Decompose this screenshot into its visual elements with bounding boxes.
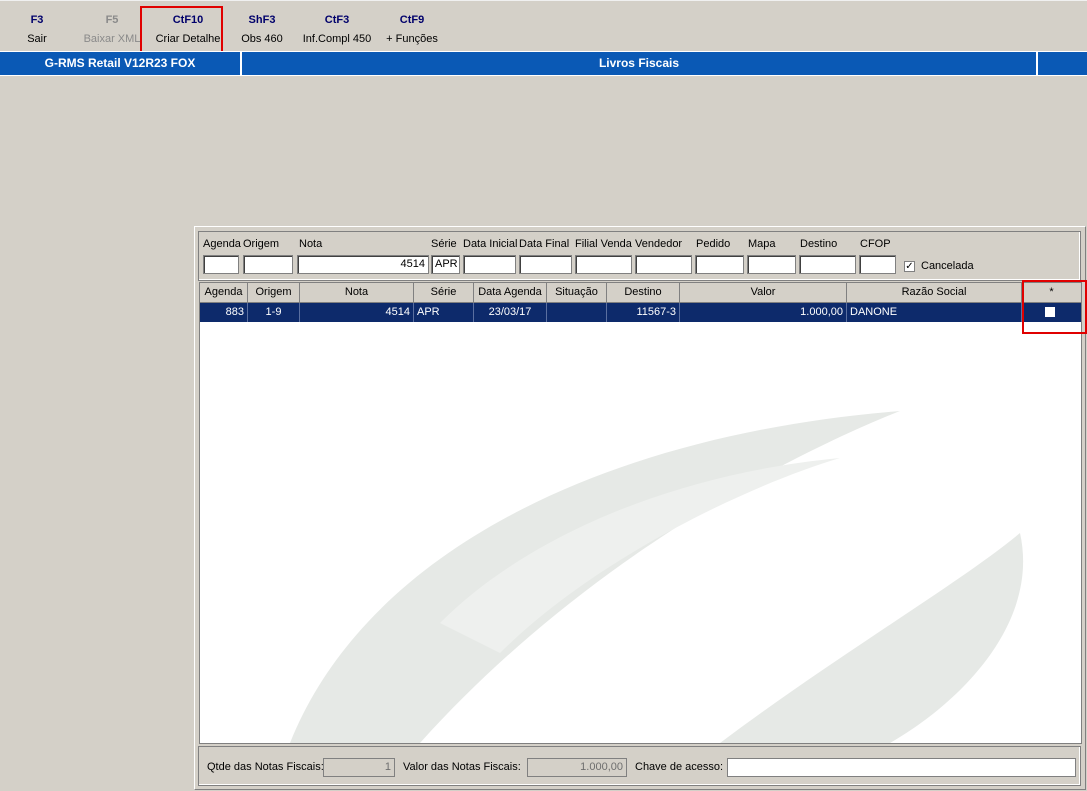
destino-input[interactable] <box>799 255 856 274</box>
checkmark-icon: ✓ <box>905 261 914 272</box>
data-final-label: Data Final <box>519 238 570 250</box>
mapa-label: Mapa <box>748 238 776 250</box>
filial-venda-input[interactable] <box>575 255 632 274</box>
data-inicial-label: Data Inicial <box>463 238 518 250</box>
cell-situacao <box>547 303 607 322</box>
title-separator <box>1036 52 1038 75</box>
inf-compl-450-button[interactable]: CtF3 Inf.Compl 450 <box>298 13 376 46</box>
data-final-input[interactable] <box>519 255 572 274</box>
title-bar: G-RMS Retail V12R23 FOX Livros Fiscais <box>0 51 1087 76</box>
function-key-label: Sair <box>27 33 47 45</box>
valor-label: Valor das Notas Fiscais: <box>403 761 521 773</box>
valor-field: 1.000,00 <box>527 758 627 777</box>
cell-razao-social: DANONE <box>847 303 1022 322</box>
grid-header: Agenda Origem Nota Série Data Agenda Sit… <box>200 283 1081 303</box>
column-header-serie[interactable]: Série <box>414 283 474 302</box>
origem-label: Origem <box>243 238 280 250</box>
cell-origem: 1-9 <box>248 303 300 322</box>
function-key-label: Baixar XML <box>83 33 141 45</box>
function-key-code: CtF9 <box>399 14 425 26</box>
main-panel: Agenda Origem Nota Série Data Inicial Da… <box>194 226 1086 790</box>
function-key-toolbar: F3 Sair F5 Baixar XML CtF10 Criar Detalh… <box>0 0 1087 54</box>
qtde-label: Qtde das Notas Fiscais: <box>207 761 324 773</box>
exit-button[interactable]: F3 Sair <box>23 13 51 46</box>
column-header-situacao[interactable]: Situação <box>547 283 607 302</box>
cfop-input[interactable] <box>859 255 896 274</box>
function-key-code: CtF3 <box>324 14 350 26</box>
filial-venda-label: Filial Venda <box>575 238 632 250</box>
function-key-code: F5 <box>105 14 119 26</box>
function-key-label: Obs 460 <box>241 33 283 45</box>
cancelada-checkbox[interactable]: ✓ <box>904 261 915 272</box>
vendedor-label: Vendedor <box>635 238 683 250</box>
cell-destino: 11567-3 <box>607 303 680 322</box>
totals-bar: Qtde das Notas Fiscais: 1 Valor das Nota… <box>198 746 1081 786</box>
chave-acesso-input[interactable] <box>727 758 1076 777</box>
column-header-nota[interactable]: Nota <box>300 283 414 302</box>
serie-label: Série <box>431 238 457 250</box>
cell-data-agenda: 23/03/17 <box>474 303 547 322</box>
function-key-label: Inf.Compl 450 <box>302 33 372 45</box>
cell-valor: 1.000,00 <box>680 303 847 322</box>
column-header-destino[interactable]: Destino <box>607 283 680 302</box>
mapa-input[interactable] <box>747 255 796 274</box>
column-header-razao-social[interactable]: Razão Social <box>847 283 1022 302</box>
more-functions-button[interactable]: CtF9 + Funções <box>382 13 442 46</box>
function-key-label: + Funções <box>386 33 438 45</box>
cancelada-label: Cancelada <box>921 260 974 272</box>
function-key-code: F3 <box>30 14 44 26</box>
column-header-data-agenda[interactable]: Data Agenda <box>474 283 547 302</box>
data-inicial-input[interactable] <box>463 255 516 274</box>
table-row[interactable]: 883 1-9 4514 APR 23/03/17 11567-3 1.000,… <box>200 303 1081 322</box>
cfop-label: CFOP <box>860 238 891 250</box>
notes-grid: Agenda Origem Nota Série Data Agenda Sit… <box>199 282 1082 744</box>
highlight-box <box>140 6 223 54</box>
origem-input[interactable] <box>243 255 293 274</box>
filter-group: Agenda Origem Nota Série Data Inicial Da… <box>198 231 1081 281</box>
agenda-label: Agenda <box>203 238 241 250</box>
column-header-valor[interactable]: Valor <box>680 283 847 302</box>
pedido-label: Pedido <box>696 238 731 250</box>
function-key-code: ShF3 <box>248 14 276 26</box>
watermark-logo <box>290 411 1024 743</box>
qtde-field: 1 <box>323 758 395 777</box>
column-header-origem[interactable]: Origem <box>248 283 300 302</box>
obs-460-button[interactable]: ShF3 Obs 460 <box>236 13 288 46</box>
cell-agenda: 883 <box>200 303 248 322</box>
app-name: G-RMS Retail V12R23 FOX <box>44 56 196 70</box>
chave-label: Chave de acesso: <box>635 761 724 773</box>
vendedor-input[interactable] <box>635 255 692 274</box>
destino-label: Destino <box>800 238 838 250</box>
nota-input[interactable]: 4514 <box>297 255 429 274</box>
nota-label: Nota <box>299 238 323 250</box>
highlight-box <box>1022 280 1087 334</box>
column-header-agenda[interactable]: Agenda <box>200 283 248 302</box>
screen-title: Livros Fiscais <box>598 56 680 70</box>
serie-input[interactable]: APR <box>431 255 460 274</box>
pedido-input[interactable] <box>695 255 744 274</box>
cell-nota: 4514 <box>300 303 414 322</box>
download-xml-button[interactable]: F5 Baixar XML <box>80 13 144 46</box>
agenda-input[interactable] <box>203 255 239 274</box>
cell-serie: APR <box>414 303 474 322</box>
